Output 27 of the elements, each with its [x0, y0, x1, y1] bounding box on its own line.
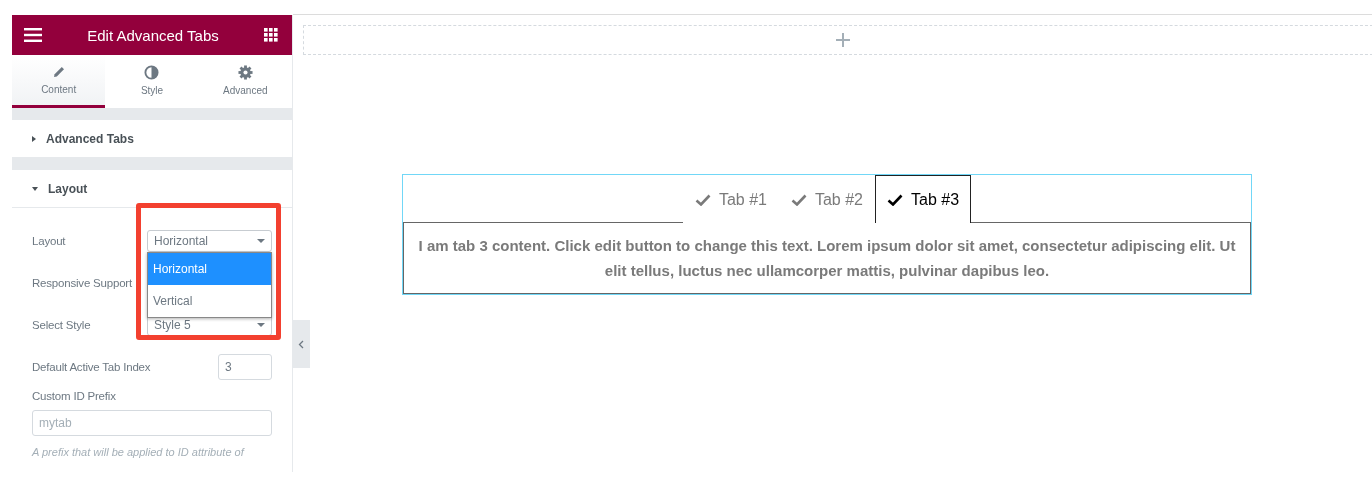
help-text: A prefix that will be applied to ID attribute of: [32, 446, 246, 458]
grid-icon[interactable]: [264, 28, 278, 42]
field-label: Default Active Tab Index: [32, 361, 151, 373]
dropdown-option[interactable]: Vertical: [148, 285, 271, 317]
panel-tab[interactable]: Content: [12, 55, 106, 108]
settings-icon: [237, 64, 253, 80]
menu-icon[interactable]: [24, 28, 42, 42]
field-label: Layout: [32, 235, 66, 247]
check-icon: [887, 193, 903, 206]
text-field[interactable]: mytab: [32, 410, 272, 436]
panel-tab[interactable]: Advanced: [198, 55, 292, 108]
field-label: Custom ID Prefix: [32, 390, 117, 402]
tab-content-text: I am tab 3 content. Click edit button to change this text. Lorem ipsum dolor sit amet, consectetur adipiscing elit. Ut elit tellus, luctus nec ullamcorper mattis, pulvinar dapibus leo.: [403, 222, 1251, 294]
check-icon: [790, 193, 807, 206]
contrast-icon: [144, 64, 160, 80]
field-label: Responsive Support: [32, 277, 132, 289]
check-icon: [694, 193, 711, 206]
number-field[interactable]: 3: [218, 354, 272, 380]
add-section-zone[interactable]: [303, 25, 1372, 55]
plus-icon[interactable]: [836, 33, 850, 47]
collapse-handle[interactable]: [292, 320, 310, 368]
field-label: Select Style: [32, 319, 91, 331]
panel-tab[interactable]: Style: [105, 55, 199, 108]
dropdown-option[interactable]: Horizontal: [148, 253, 271, 285]
panel-title: Edit Advanced Tabs: [87, 26, 219, 44]
widget-tab[interactable]: Tab #3: [875, 175, 972, 223]
pencil-icon: [51, 65, 66, 79]
